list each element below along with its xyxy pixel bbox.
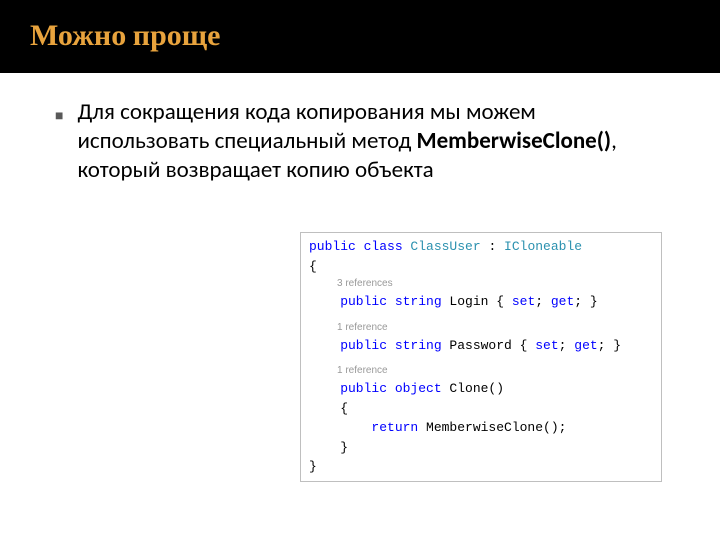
bullet-marker: ■: [55, 107, 63, 123]
code-plain: ;: [559, 338, 575, 353]
code-line: public string Login { set; get; }: [309, 292, 653, 312]
code-spacer: [309, 312, 653, 320]
code-keyword: public: [309, 239, 356, 254]
code-type: ICloneable: [504, 239, 582, 254]
code-plain: Login {: [442, 294, 512, 309]
code-keyword: public: [309, 381, 387, 396]
codelens-hint: 1 reference: [337, 320, 653, 336]
codelens-hint: 3 references: [337, 276, 653, 292]
codelens-hint: 1 reference: [337, 363, 653, 379]
code-line: }: [309, 438, 653, 458]
code-keyword: string: [387, 294, 442, 309]
code-keyword: set: [512, 294, 535, 309]
code-type: ClassUser: [403, 239, 481, 254]
code-line: public class ClassUser : ICloneable: [309, 237, 653, 257]
code-keyword: set: [535, 338, 558, 353]
slide: Можно проще ■ Для сокращения кода копиро…: [0, 0, 720, 540]
bullet-bold: MemberwiseClone(): [416, 127, 611, 155]
title-bar: Можно проще: [0, 0, 720, 73]
code-line: public string Password { set; get; }: [309, 336, 653, 356]
code-plain: Clone(): [442, 381, 504, 396]
code-keyword: public: [309, 338, 387, 353]
code-line: return MemberwiseClone();: [309, 418, 653, 438]
code-keyword: return: [309, 420, 418, 435]
code-plain: MemberwiseClone();: [418, 420, 566, 435]
code-keyword: object: [387, 381, 442, 396]
code-keyword: get: [551, 294, 574, 309]
content-area: ■ Для сокращения кода копирования мы мож…: [0, 73, 720, 184]
code-line: {: [309, 399, 653, 419]
code-snippet: public class ClassUser : ICloneable { 3 …: [300, 232, 662, 482]
bullet-item: ■ Для сокращения кода копирования мы мож…: [55, 98, 665, 184]
code-keyword: public: [309, 294, 387, 309]
bullet-text: Для сокращения кода копирования мы можем…: [77, 98, 665, 184]
code-keyword: get: [574, 338, 597, 353]
code-line: }: [309, 457, 653, 477]
code-keyword: class: [356, 239, 403, 254]
code-plain: ; }: [598, 338, 621, 353]
code-line: public object Clone(): [309, 379, 653, 399]
code-plain: Password {: [442, 338, 536, 353]
code-plain: ; }: [574, 294, 597, 309]
code-spacer: [309, 355, 653, 363]
code-line: {: [309, 257, 653, 277]
slide-title: Можно проще: [30, 18, 690, 53]
code-keyword: string: [387, 338, 442, 353]
code-plain: :: [481, 239, 504, 254]
code-plain: ;: [535, 294, 551, 309]
